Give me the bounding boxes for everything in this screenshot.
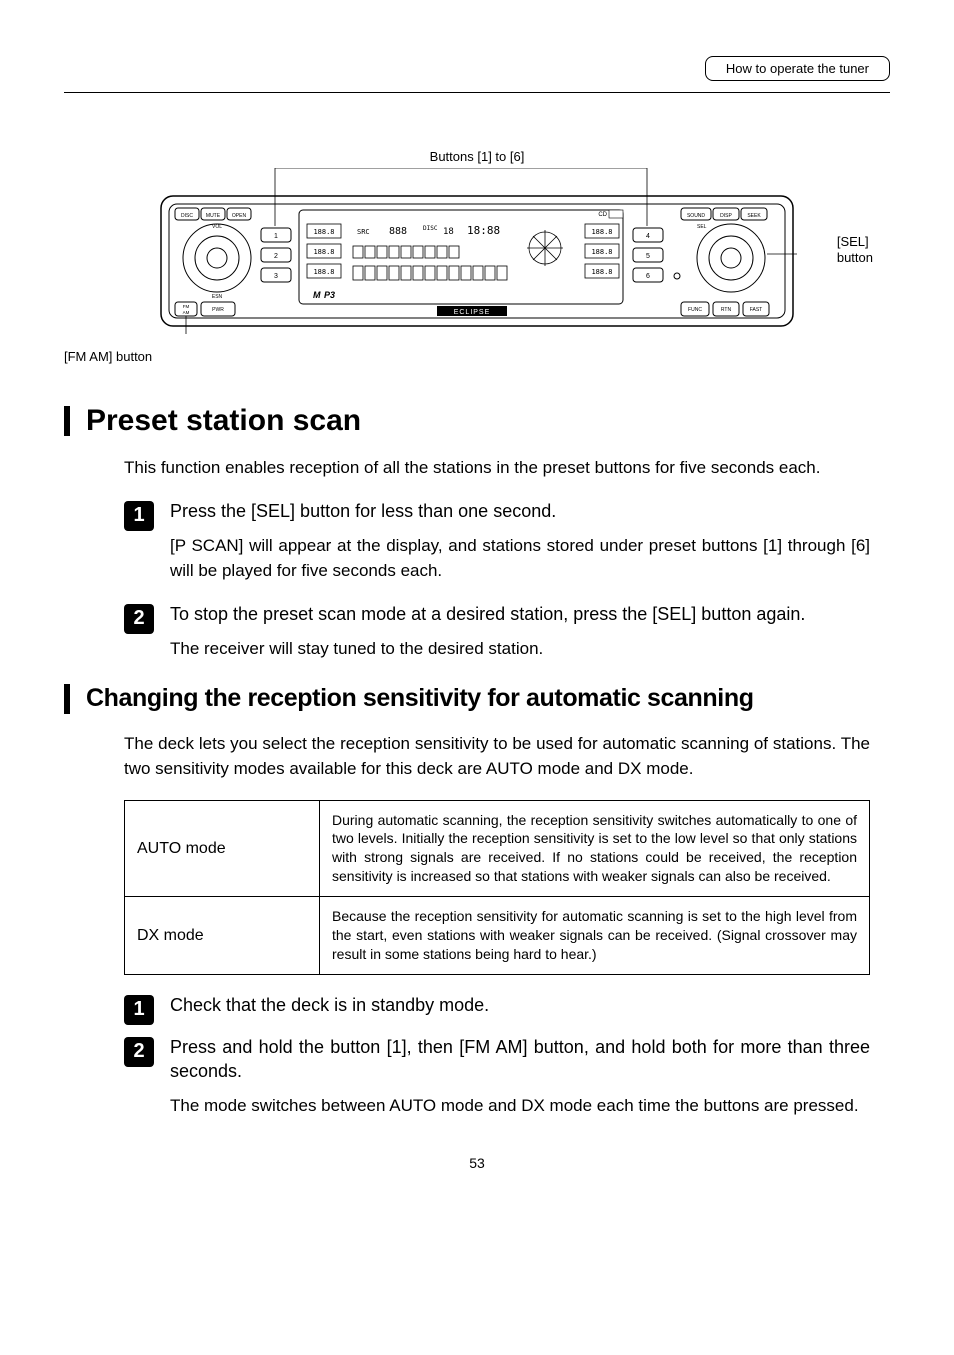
mode-desc-cell: During automatic scanning, the reception… bbox=[320, 800, 870, 897]
section-bar-icon bbox=[64, 406, 70, 436]
header-breadcrumb: How to operate the tuner bbox=[705, 56, 890, 81]
svg-text:SOUND: SOUND bbox=[687, 213, 705, 219]
svg-text:888: 888 bbox=[389, 226, 407, 237]
mode-name-cell: AUTO mode bbox=[125, 800, 320, 897]
svg-text:RTN: RTN bbox=[721, 307, 732, 313]
sensitivity-modes-table: AUTO mode During automatic scanning, the… bbox=[124, 800, 870, 975]
step-desc: [P SCAN] will appear at the display, and… bbox=[170, 533, 870, 584]
device-figure: Buttons [1] to [6] DISC MUTE OPEN VOL ES… bbox=[64, 149, 890, 364]
svg-text:4: 4 bbox=[646, 233, 650, 240]
table-row: DX mode Because the reception sensitivit… bbox=[125, 897, 870, 975]
svg-text:ECLIPSE: ECLIPSE bbox=[454, 309, 491, 316]
svg-text:6: 6 bbox=[646, 273, 650, 280]
step-desc: The receiver will stay tuned to the desi… bbox=[170, 636, 870, 662]
svg-text:SEL: SEL bbox=[697, 224, 707, 230]
svg-text:188.8: 188.8 bbox=[591, 228, 612, 236]
mode-desc-cell: Because the reception sensitivity for au… bbox=[320, 897, 870, 975]
svg-text:OPEN: OPEN bbox=[232, 213, 247, 219]
svg-text:3: 3 bbox=[274, 273, 278, 280]
svg-text:SEEK: SEEK bbox=[747, 213, 761, 219]
page-number: 53 bbox=[64, 1155, 890, 1171]
svg-text:188.8: 188.8 bbox=[591, 248, 612, 256]
header-rule bbox=[64, 92, 890, 93]
svg-text:18: 18 bbox=[443, 227, 454, 237]
table-row: AUTO mode During automatic scanning, the… bbox=[125, 800, 870, 897]
section1-step-1: 1 Press the [SEL] button for less than o… bbox=[124, 499, 870, 584]
car-stereo-illustration: DISC MUTE OPEN VOL ESN FMAM PWR 1 2 3 18… bbox=[157, 168, 797, 338]
step-title: Press and hold the button [1], then [FM … bbox=[170, 1035, 870, 1084]
step-number-badge: 1 bbox=[124, 995, 154, 1025]
section2-step-1: 1 Check that the deck is in standby mode… bbox=[124, 993, 870, 1025]
section-heading-sensitivity: Changing the reception sensitivity for a… bbox=[86, 684, 754, 713]
svg-text:FUNC: FUNC bbox=[688, 307, 702, 313]
svg-text:AM: AM bbox=[183, 310, 190, 315]
svg-text:18:88: 18:88 bbox=[467, 224, 500, 237]
svg-text:188.8: 188.8 bbox=[313, 268, 334, 276]
section2-step-2: 2 Press and hold the button [1], then [F… bbox=[124, 1035, 870, 1119]
svg-text:188.8: 188.8 bbox=[313, 228, 334, 236]
svg-text:DISP: DISP bbox=[720, 213, 732, 219]
svg-text:2: 2 bbox=[274, 253, 278, 260]
mode-name-cell: DX mode bbox=[125, 897, 320, 975]
svg-text:188.8: 188.8 bbox=[313, 248, 334, 256]
section2-intro: The deck lets you select the reception s… bbox=[124, 731, 870, 782]
fm-am-button-callout: [FM AM] button bbox=[64, 349, 890, 364]
svg-text:P3: P3 bbox=[324, 290, 335, 300]
step-title: Check that the deck is in standby mode. bbox=[170, 993, 870, 1017]
svg-text:5: 5 bbox=[646, 253, 650, 260]
section-bar-icon bbox=[64, 684, 70, 714]
svg-text:FM: FM bbox=[183, 304, 190, 309]
svg-text:DISC: DISC bbox=[423, 225, 438, 232]
section-heading-preset-scan: Preset station scan bbox=[86, 404, 361, 438]
step-number-badge: 2 bbox=[124, 604, 154, 634]
svg-text:PWR: PWR bbox=[212, 307, 224, 313]
step-title: Press the [SEL] button for less than one… bbox=[170, 499, 870, 523]
svg-text:188.8: 188.8 bbox=[591, 268, 612, 276]
svg-text:SRC: SRC bbox=[357, 228, 370, 236]
svg-text:MUTE: MUTE bbox=[206, 213, 221, 219]
svg-text:ESN: ESN bbox=[212, 294, 223, 300]
section1-intro: This function enables reception of all t… bbox=[124, 455, 870, 481]
buttons-1-6-label: Buttons [1] to [6] bbox=[64, 149, 890, 164]
step-number-badge: 1 bbox=[124, 501, 154, 531]
section1-step-2: 2 To stop the preset scan mode at a desi… bbox=[124, 602, 870, 662]
sel-button-callout: [SEL] button bbox=[837, 234, 873, 265]
svg-text:M: M bbox=[313, 290, 321, 300]
step-title: To stop the preset scan mode at a desire… bbox=[170, 602, 870, 626]
svg-text:VOL: VOL bbox=[212, 224, 222, 230]
svg-text:DISC: DISC bbox=[181, 213, 193, 219]
step-number-badge: 2 bbox=[124, 1037, 154, 1067]
svg-text:1: 1 bbox=[274, 233, 278, 240]
step-desc: The mode switches between AUTO mode and … bbox=[170, 1093, 870, 1119]
svg-text:CD: CD bbox=[598, 212, 607, 218]
svg-text:FAST: FAST bbox=[750, 307, 763, 313]
